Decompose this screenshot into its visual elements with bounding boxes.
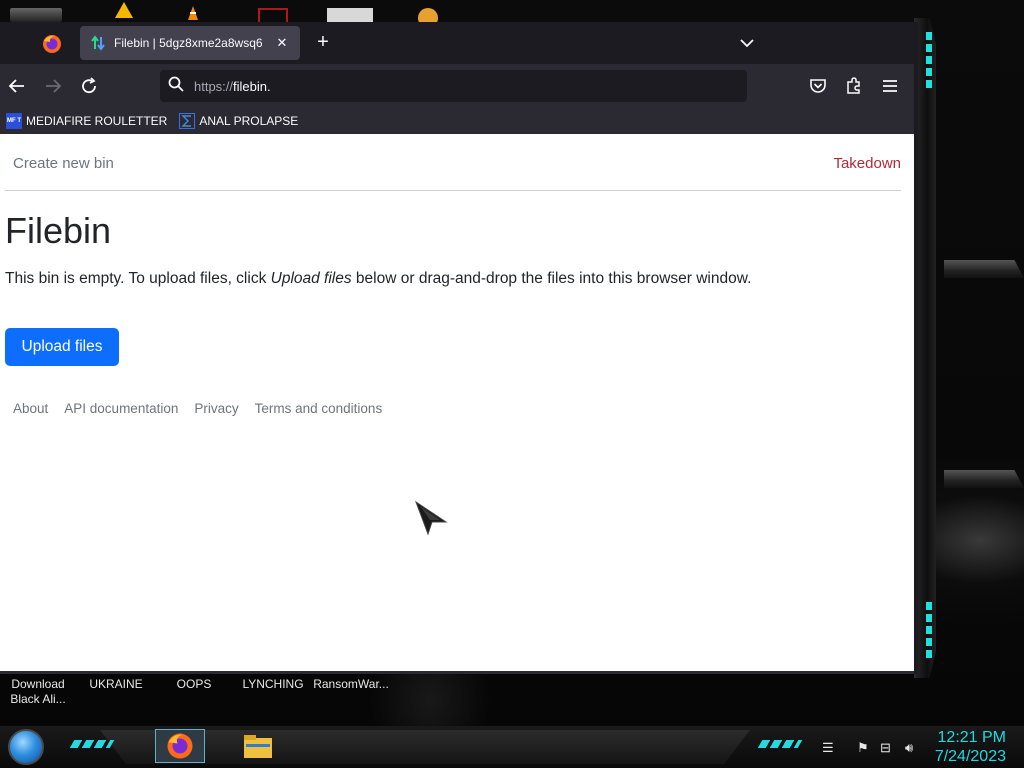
bookmarks-toolbar: MF T MEDIAFIRE ROULETTER ANAL PROLAPSE <box>0 108 914 134</box>
desktop-icon-label[interactable]: OOPS <box>164 677 224 692</box>
url-bar[interactable]: https://filebin. <box>160 70 747 102</box>
desktop-decoration <box>944 470 1024 488</box>
about-link[interactable]: About <box>13 401 48 416</box>
takedown-link[interactable]: Takedown <box>833 155 901 172</box>
upload-files-button[interactable]: Upload files <box>5 328 119 366</box>
bookmark-label: ANAL PROLAPSE <box>199 114 299 128</box>
terms-and-conditions-link[interactable]: Terms and conditions <box>255 401 383 416</box>
vlc-cone-icon[interactable] <box>186 2 200 22</box>
vlc-icon[interactable] <box>113 2 135 22</box>
taskbar: ☰ ⚑ ⊟ 🔊︎ 12:21 PM 7/24/2023 <box>0 726 1024 768</box>
tab-title: Filebin | 5dgz8xme2a8wsq6 <box>114 36 263 50</box>
url-text: https://filebin. <box>194 78 271 94</box>
clock-time: 12:21 PM <box>937 729 1006 746</box>
desktop-icon[interactable] <box>416 2 440 28</box>
network-icon[interactable]: ⊟ <box>880 740 891 756</box>
navigation-toolbar: https://filebin. <box>0 64 914 108</box>
volume-icon[interactable]: 🔊︎ <box>905 740 913 756</box>
forward-arrow-icon[interactable] <box>39 72 67 100</box>
empty-bin-description: This bin is empty. To upload files, clic… <box>5 270 752 287</box>
page-content: Create new bin Takedown Filebin This bin… <box>0 134 914 671</box>
footer-links: About API documentation Privacy Terms an… <box>13 401 382 416</box>
taskbar-firefox-icon[interactable] <box>155 729 205 763</box>
mediafire-icon: MF T <box>6 113 22 129</box>
desktop-decoration <box>944 260 1024 278</box>
new-tab-icon[interactable]: + <box>312 32 334 54</box>
firefox-view-icon[interactable] <box>40 32 64 56</box>
bookmark-anal-prolapse[interactable]: ANAL PROLAPSE <box>179 113 298 129</box>
desktop-icon[interactable] <box>258 8 288 22</box>
hamburger-menu-icon[interactable] <box>876 72 904 100</box>
start-button[interactable] <box>8 729 44 765</box>
close-tab-icon[interactable]: ✕ <box>274 35 290 51</box>
desktop-icon[interactable] <box>10 8 62 22</box>
create-new-bin-link[interactable]: Create new bin <box>13 155 114 172</box>
bookmark-mediafire-rouletter[interactable]: MF T MEDIAFIRE ROULETTER <box>6 113 167 129</box>
taskbar-decoration <box>757 740 803 748</box>
bookmark-label: MEDIAFIRE ROULETTER <box>26 114 168 128</box>
reload-icon[interactable] <box>75 72 103 100</box>
filebin-favicon-icon <box>90 35 106 51</box>
privacy-link[interactable]: Privacy <box>194 401 238 416</box>
desktop-icon-label[interactable]: RansomWar... <box>312 677 390 692</box>
taskbar-decoration <box>69 740 115 748</box>
list-all-tabs-chevron-icon[interactable] <box>738 34 756 52</box>
sigma-icon <box>179 113 196 129</box>
tab-filebin[interactable]: Filebin | 5dgz8xme2a8wsq6 ✕ <box>80 26 300 60</box>
extensions-puzzle-icon[interactable] <box>840 72 868 100</box>
desktop-icon-label[interactable]: Download Black Ali... <box>8 677 68 707</box>
api-documentation-link[interactable]: API documentation <box>64 401 178 416</box>
show-hidden-icons-icon[interactable]: ☰ <box>822 740 834 756</box>
top-navigation: Create new bin Takedown <box>5 134 901 191</box>
desktop-icon[interactable] <box>327 8 373 22</box>
browser-window: Filebin | 5dgz8xme2a8wsq6 ✕ + https://fi… <box>0 22 918 674</box>
search-icon <box>168 76 184 97</box>
desktop-icon-label[interactable]: LYNCHING <box>241 677 305 692</box>
system-clock[interactable]: 12:21 PM 7/24/2023 <box>935 728 1006 766</box>
desktop-icon-label[interactable]: UKRAINE <box>86 677 146 692</box>
clock-date: 7/24/2023 <box>934 748 1006 765</box>
back-arrow-icon[interactable] <box>3 72 31 100</box>
taskbar-file-explorer-icon[interactable] <box>233 729 283 763</box>
mouse-cursor-icon <box>414 500 448 536</box>
page-title: Filebin <box>5 210 112 251</box>
action-center-flag-icon[interactable]: ⚑ <box>857 740 869 756</box>
pocket-icon[interactable] <box>804 72 832 100</box>
tab-bar: Filebin | 5dgz8xme2a8wsq6 ✕ + <box>0 22 914 64</box>
